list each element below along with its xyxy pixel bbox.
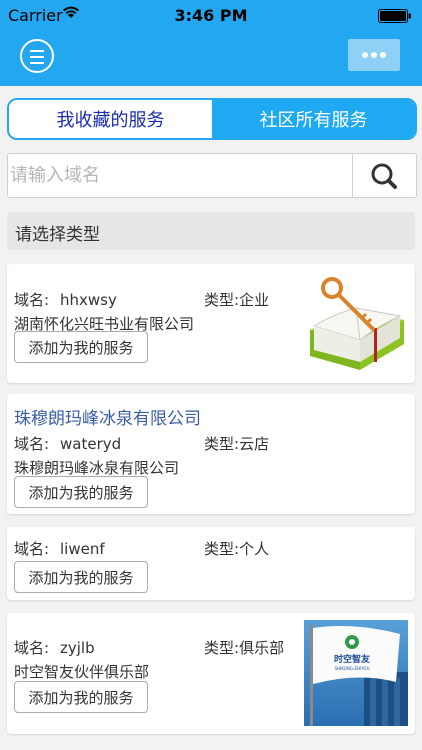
domain-value: wateryd	[60, 435, 122, 453]
menu-icon	[30, 50, 44, 52]
service-title[interactable]: 珠穆朗玛峰冰泉有限公司	[14, 404, 201, 429]
company-name: 珠穆朗玛峰冰泉有限公司	[14, 459, 180, 477]
search-button[interactable]	[352, 154, 416, 197]
domain-value: hhxwsy	[60, 291, 117, 309]
type-value: 企业	[239, 291, 270, 309]
add-service-button[interactable]: 添加为我的服务	[14, 476, 148, 508]
status-time: 3:46 PM	[174, 6, 248, 25]
more-button[interactable]	[348, 39, 400, 71]
service-card: 域名: liwenf 类型:个人 添加为我的服务	[7, 527, 415, 600]
type-value: 个人	[239, 540, 270, 558]
type-row: 类型:个人	[204, 540, 270, 558]
nav-bar: Carrier 3:46 PM	[0, 0, 422, 86]
flag-brand-text: 时空智友	[334, 653, 370, 665]
type-value: 俱乐部	[239, 639, 285, 657]
type-row: 类型:俱乐部	[204, 639, 285, 657]
domain-row: 域名: wateryd	[14, 435, 122, 453]
domain-value: liwenf	[60, 540, 105, 558]
menu-button[interactable]	[20, 39, 54, 73]
domain-row: 域名: zyjlb	[14, 639, 95, 657]
search-icon	[371, 163, 397, 189]
domain-row: 域名: liwenf	[14, 540, 105, 558]
tab-my-services[interactable]: 我收藏的服务	[9, 100, 212, 138]
service-card: 域名: zyjlb 类型:俱乐部 时空智友伙伴俱乐部 添加为我的服务 时空智友 S…	[7, 613, 415, 734]
book-key-image	[304, 270, 408, 376]
add-service-button[interactable]: 添加为我的服务	[14, 331, 148, 363]
type-value: 云店	[239, 435, 270, 453]
type-row: 类型:企业	[204, 291, 270, 309]
flag-brand-subtext: SHIKONG-ZHIYOU	[334, 666, 369, 671]
status-bar: Carrier 3:46 PM	[0, 0, 422, 30]
tab-all-services[interactable]: 社区所有服务	[212, 100, 415, 138]
service-card: 珠穆朗玛峰冰泉有限公司 域名: wateryd 类型:云店 珠穆朗玛峰冰泉有限公司…	[7, 394, 415, 514]
type-row: 类型:云店	[204, 435, 270, 453]
flag-logo-image: 时空智友 SHIKONG-ZHIYOU	[304, 620, 408, 726]
add-service-button[interactable]: 添加为我的服务	[14, 561, 148, 593]
domain-value: zyjlb	[60, 639, 95, 657]
segmented-control: 我收藏的服务 社区所有服务	[7, 98, 417, 140]
battery-icon	[378, 9, 411, 23]
more-icon	[362, 52, 368, 58]
domain-row: 域名: hhxwsy	[14, 291, 117, 309]
service-card: 域名: hhxwsy 类型:企业 湖南怀化兴旺书业有限公司 添加为我的服务	[7, 264, 415, 383]
type-selector[interactable]: 请选择类型	[7, 212, 415, 250]
add-service-button[interactable]: 添加为我的服务	[14, 681, 148, 713]
search-bar	[7, 153, 417, 198]
search-input[interactable]	[8, 154, 352, 197]
company-name: 时空智友伙伴俱乐部	[14, 663, 150, 681]
